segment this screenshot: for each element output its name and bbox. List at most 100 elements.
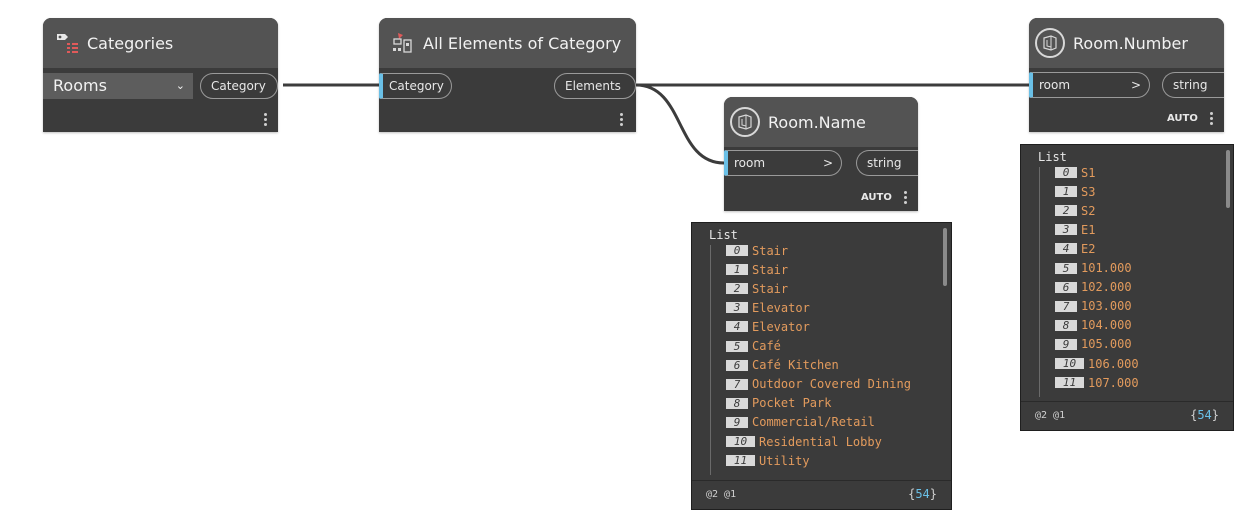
room-name-input-port[interactable]: room > [724,150,842,176]
list-item-value: Stair [752,262,789,277]
room-name-node[interactable]: Room.Name room > string AUTO [724,97,918,211]
room-name-count: {54} [908,487,937,501]
room-name-title: Room.Name [768,112,866,132]
room-number-input-port[interactable]: room > [1029,72,1150,98]
list-item-value: Elevator [752,300,810,315]
room-name-list-item: 1 Stair [726,260,788,279]
list-item-value: Utility [759,453,810,468]
room-number-menu-icon[interactable] [1210,112,1213,127]
list-item-index: 6 [1055,281,1077,293]
wire-elements-to-room-name[interactable] [635,83,725,165]
room-name-preview[interactable]: List 0 Stair 1 Stair 2 Stair 3 Elevator 4 Elevato… [691,222,952,510]
list-item-index: 2 [1055,205,1077,217]
room-number-output-label: string [1173,78,1208,92]
list-item-index: 3 [726,302,748,314]
room-icon [1035,28,1065,58]
room-number-node[interactable]: Room.Number room > string AUTO [1029,18,1224,132]
room-name-scrollbar[interactable] [943,228,947,286]
list-item-index: 9 [726,416,748,428]
room-number-list-item: 3 E1 [1055,220,1095,239]
room-name-list-item: 0 Stair [726,241,788,260]
room-name-lacing-label[interactable]: AUTO [861,192,892,203]
all-elements-node-header[interactable]: All Elements of Category [379,18,636,68]
room-icon [730,107,760,137]
list-item-value: Outdoor Covered Dining [752,377,911,392]
list-item-index: 8 [1055,319,1077,331]
room-number-input-label: room [1039,78,1071,92]
categories-output-port[interactable]: Category [200,73,278,99]
room-name-output-port[interactable]: string [856,150,918,176]
list-item-index: 11 [1055,377,1084,389]
room-number-scrollbar[interactable] [1226,150,1230,208]
list-item-value: Pocket Park [752,396,832,411]
room-number-list-item: 5 101.000 [1055,259,1132,278]
list-item-value: 106.000 [1088,356,1139,371]
room-number-levels[interactable]: @2 @1 [1035,410,1065,421]
list-item-index: 5 [726,340,748,352]
room-name-levels[interactable]: @2 @1 [706,489,736,500]
category-dropdown-value: Rooms [53,76,107,95]
list-item-index: 5 [1055,262,1077,274]
list-item-value: 107.000 [1088,375,1139,390]
room-name-input-arrow: > [822,156,833,170]
categories-node-header[interactable]: Categories [43,18,278,68]
list-item-index: 2 [726,283,748,295]
list-item-index: 7 [726,378,748,390]
list-item-index: 6 [726,359,748,371]
list-item-value: Residential Lobby [759,434,882,449]
room-name-list-item: 11 Utility [726,451,810,470]
room-number-node-header[interactable]: Room.Number [1029,18,1224,68]
room-number-list-item: 7 103.000 [1055,297,1132,316]
list-item-index: 0 [1055,167,1077,178]
room-name-list-item: 5 Café [726,337,781,356]
room-name-list-item: 9 Commercial/Retail [726,413,875,432]
room-name-list-rail [710,245,711,475]
list-item-value: 103.000 [1081,299,1132,314]
room-name-preview-footer: @2 @1 {54} [692,480,951,509]
categories-menu-icon[interactable] [264,113,267,128]
room-number-list-item: 10 106.000 [1055,354,1139,373]
list-item-index: 7 [1055,300,1077,312]
room-number-preview[interactable]: List 0 S1 1 S3 2 S2 3 E1 4 E2 5 101.000 6 102.000 7 103… [1020,144,1234,431]
list-item-value: 101.000 [1081,261,1132,275]
room-number-lacing-label[interactable]: AUTO [1167,113,1198,124]
room-name-list-item: 7 Outdoor Covered Dining [726,375,911,394]
room-name-input-label: room [734,156,766,170]
room-number-list-item: 6 102.000 [1055,278,1132,297]
room-name-list-label: List [709,228,738,242]
list-item-value: S1 [1081,165,1096,180]
categories-node[interactable]: Categories Rooms ⌄ Category [43,18,278,132]
room-name-list-item: 3 Elevator [726,298,810,317]
list-item-value: Elevator [752,319,810,334]
list-item-value: Stair [752,281,789,296]
list-item-value: Café Kitchen [752,358,839,373]
room-name-menu-icon[interactable] [904,191,907,206]
room-number-list-item: 4 E2 [1055,239,1095,258]
category-dropdown[interactable]: Rooms ⌄ [43,73,193,99]
list-item-value: Stair [752,243,789,258]
list-item-index: 3 [1055,224,1077,236]
room-number-list-item: 8 104.000 [1055,316,1132,335]
categories-output-label: Category [211,79,266,93]
categories-icon [53,30,79,56]
room-name-list-item: 10 Residential Lobby [726,432,882,451]
list-item-index: 0 [726,245,748,256]
room-number-preview-footer: @2 @1 {54} [1021,401,1233,430]
room-number-input-arrow: > [1130,78,1141,92]
room-number-output-port[interactable]: string [1162,72,1224,98]
list-item-index: 4 [1055,243,1077,255]
room-name-node-header[interactable]: Room.Name [724,97,918,147]
list-item-value: Commercial/Retail [752,415,875,430]
list-item-value: S3 [1081,184,1096,199]
list-item-value: E2 [1081,241,1096,256]
all-elements-input-port[interactable]: Category [379,73,452,99]
categories-title: Categories [87,33,174,53]
all-elements-node[interactable]: All Elements of Category Category Elemen… [379,18,636,132]
all-elements-output-port[interactable]: Elements [554,73,636,99]
room-name-count-value: 54 [915,487,930,501]
all-elements-menu-icon[interactable] [620,113,623,128]
list-item-value: 104.000 [1081,318,1132,333]
list-item-index: 1 [1055,186,1077,198]
list-item-index: 10 [1055,358,1084,369]
list-item-value: 105.000 [1081,337,1132,352]
